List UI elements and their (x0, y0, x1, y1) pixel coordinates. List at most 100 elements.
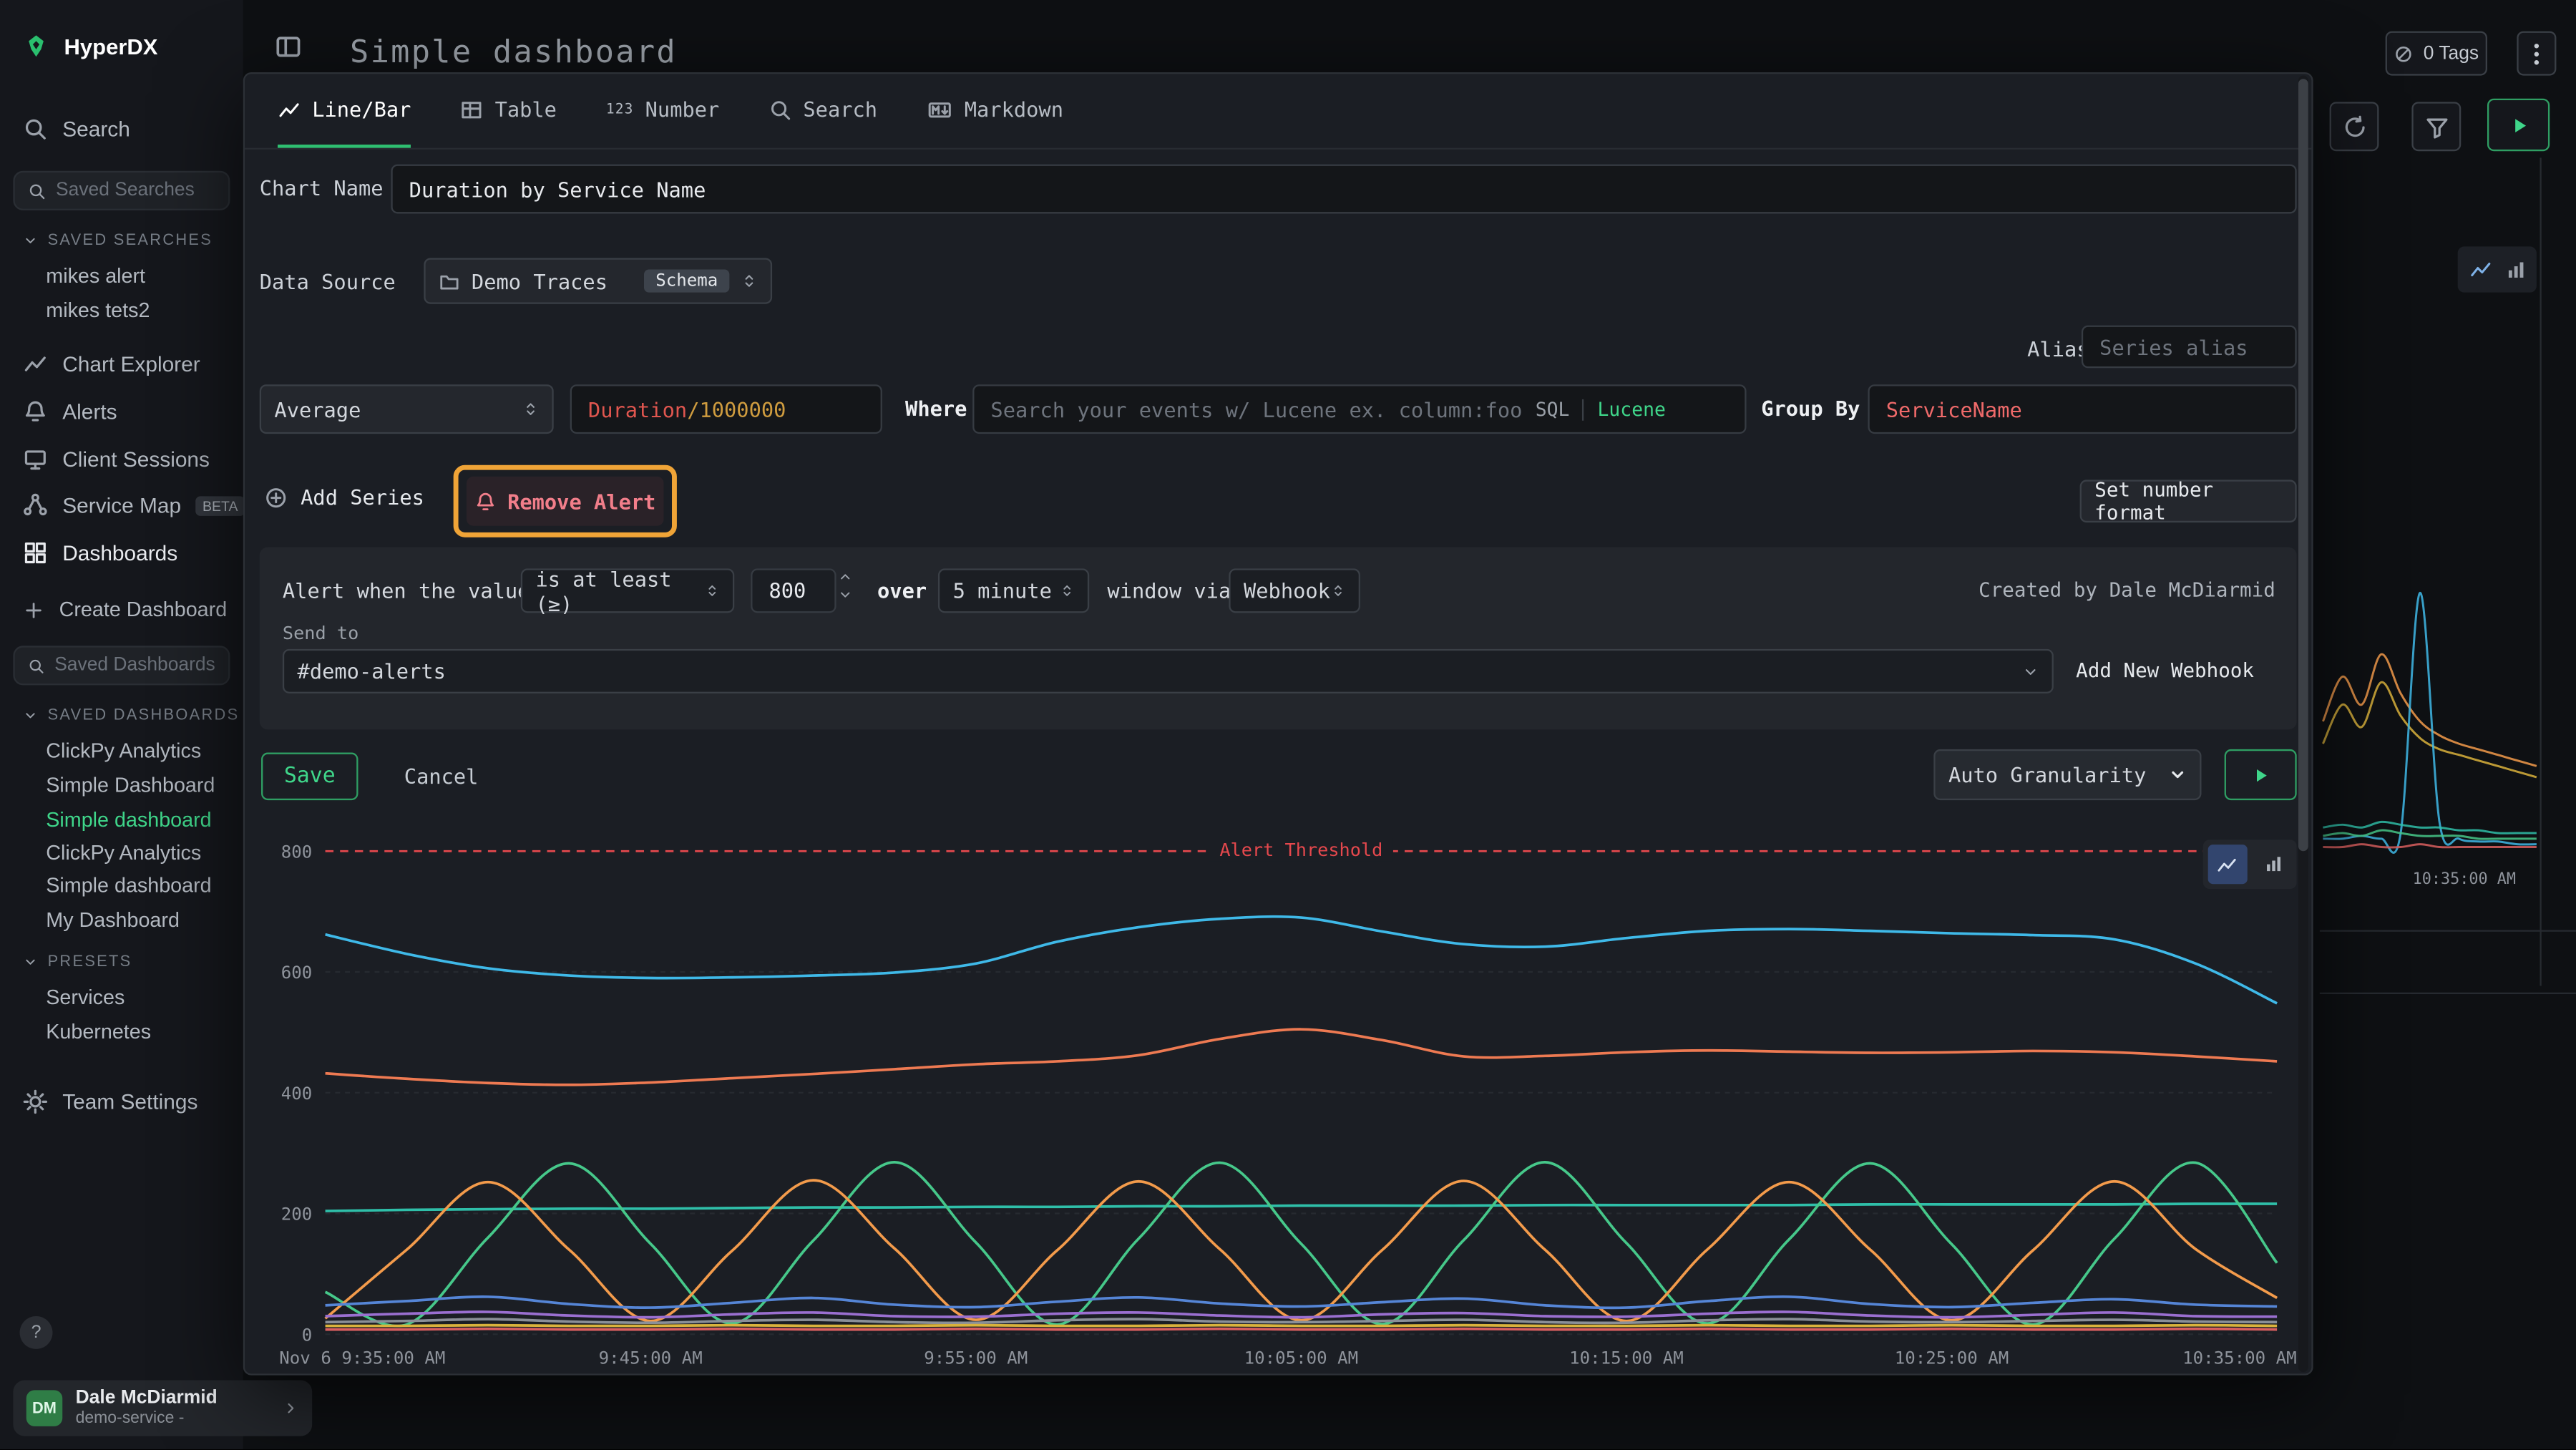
sidebar-item-client-sessions[interactable]: Client Sessions (23, 447, 210, 471)
saved-searches-header[interactable]: SAVED SEARCHES (23, 232, 213, 250)
duration-chart: 0200400600800Nov 6 9:35:00 AM9:45:00 AM9… (260, 828, 2297, 1371)
number-icon: 123 (606, 101, 634, 117)
chart-name-input[interactable] (391, 165, 2296, 214)
tag-slash-icon (2394, 44, 2414, 64)
toggle-line-view[interactable] (2207, 845, 2247, 884)
chart-series-line (326, 1312, 2278, 1318)
avatar: DM (26, 1390, 63, 1426)
tab-number[interactable]: 123 Number (606, 74, 719, 147)
alert-over-label: over (877, 578, 927, 603)
where-input[interactable]: Search your events w/ Lucene ex. column:… (972, 384, 1746, 434)
kebab-icon (2533, 42, 2540, 65)
tab-table[interactable]: Table (460, 74, 557, 147)
x-tick-label: 10:15:00 AM (1569, 1348, 1684, 1368)
sidebar-collapse-button[interactable] (274, 33, 302, 61)
search-icon (28, 656, 44, 674)
modal-scrollbar (2298, 76, 2308, 1372)
sidebar-item-service-map[interactable]: Service Map BETA (23, 493, 243, 517)
where-label: Where (905, 396, 967, 420)
bg-chart-series-line (2323, 822, 2536, 833)
kebab-menu-button[interactable] (2517, 31, 2556, 76)
group-by-value: ServiceName (1886, 396, 2022, 421)
chevron-down-icon (23, 233, 38, 248)
saved-dashboards-header[interactable]: SAVED DASHBOARDS (23, 706, 239, 724)
alert-window-select[interactable]: 5 minute (938, 568, 1089, 613)
sidebar-item-dashboards[interactable]: Dashboards (23, 540, 177, 565)
tab-markdown[interactable]: Markdown (927, 74, 1063, 147)
sidebar-item-chart-explorer[interactable]: Chart Explorer (23, 351, 200, 376)
alert-condition-select[interactable]: is at least (≥) (521, 568, 734, 613)
modal-scrollbar-thumb[interactable] (2298, 79, 2308, 851)
user-menu[interactable]: DM Dale McDiarmid demo-service - (13, 1381, 312, 1436)
chevron-down-icon (23, 709, 38, 724)
add-series-button[interactable]: Add Series (265, 485, 424, 509)
chevron-up-icon (838, 570, 853, 583)
toggle-bar-view[interactable] (2253, 845, 2293, 884)
aggregation-select[interactable]: Average (260, 384, 554, 434)
tab-search[interactable]: Search (769, 74, 877, 147)
sidebar-item-label: Search (62, 117, 130, 141)
toggle-divider (1583, 399, 1584, 420)
presets-header[interactable]: PRESETS (23, 953, 132, 971)
sql-toggle[interactable]: SQL (1536, 398, 1570, 421)
search-icon (769, 98, 791, 121)
create-dashboard-button[interactable]: Create Dashboard (23, 598, 227, 621)
group-by-label: Group By (1761, 396, 1860, 420)
saved-searches-input[interactable]: Saved Searches (13, 171, 230, 210)
saved-searches-placeholder: Saved Searches (56, 181, 195, 201)
save-button[interactable]: Save (261, 753, 358, 801)
cancel-button[interactable]: Cancel (404, 764, 479, 789)
chevron-down-icon (23, 955, 38, 970)
threshold-stepper[interactable] (838, 570, 853, 602)
help-button[interactable]: ? (20, 1316, 53, 1349)
saved-dashboards-input[interactable]: Saved Dashboards (13, 646, 230, 685)
x-tick-label: 10:35:00 AM (2182, 1348, 2297, 1368)
saved-search-item[interactable]: mikes tets2 (46, 299, 150, 322)
dashboard-list-item[interactable]: Simple Dashboard (46, 774, 215, 797)
remove-alert-button[interactable]: Remove Alert (467, 477, 664, 526)
preset-item[interactable]: Kubernetes (46, 1021, 151, 1043)
dashboard-list-item[interactable]: ClickPy Analytics (46, 739, 201, 762)
dashboard-list-item[interactable]: ClickPy Analytics (46, 842, 201, 865)
dashboard-list-item[interactable]: Simple dashboard (46, 874, 211, 897)
markdown-icon (927, 98, 953, 121)
x-tick-label: Nov 6 9:35:00 AM (279, 1348, 445, 1368)
bg-chart-type-toggle[interactable] (2458, 246, 2537, 292)
field-input[interactable]: Duration /1000000 (570, 384, 882, 434)
dashboard-list-item-active[interactable]: Simple dashboard (46, 809, 211, 832)
filter-button[interactable] (2411, 102, 2461, 151)
chart-run-button[interactable] (2225, 749, 2297, 800)
sidebar-item-search[interactable]: Search (23, 117, 130, 141)
alert-threshold-label: Alert Threshold (1219, 840, 1382, 860)
line-chart-icon (23, 351, 47, 376)
x-tick-label: 9:55:00 AM (924, 1348, 1028, 1368)
dashboard-list-item[interactable]: My Dashboard (46, 909, 180, 932)
schema-badge: Schema (644, 270, 729, 293)
set-number-format-button[interactable]: Set number format (2080, 480, 2297, 522)
preset-item[interactable]: Services (46, 986, 125, 1009)
field-main: Duration (588, 396, 687, 421)
group-by-input[interactable]: ServiceName (1868, 384, 2296, 434)
brand[interactable]: HyperDX (23, 33, 157, 59)
send-to-select[interactable]: #demo-alerts (283, 649, 2054, 694)
alias-input[interactable] (2082, 326, 2297, 369)
alias-label: Alias (2027, 337, 2089, 361)
monitor-icon (23, 447, 47, 471)
data-source-select[interactable]: Demo Traces Schema (424, 258, 772, 303)
chevron-down-icon (2169, 766, 2187, 784)
alert-channel-select[interactable]: Webhook (1229, 568, 1360, 613)
chart-series-line (326, 917, 2278, 1003)
granularity-select[interactable]: Auto Granularity (1933, 749, 2201, 800)
tags-button[interactable]: 0 Tags (2386, 31, 2487, 76)
saved-search-item[interactable]: mikes alert (46, 265, 145, 288)
lucene-toggle[interactable]: Lucene (1598, 398, 1666, 421)
add-webhook-link[interactable]: Add New Webhook (2076, 659, 2254, 682)
sidebar-item-alerts[interactable]: Alerts (23, 399, 117, 424)
run-query-button[interactable] (2487, 99, 2550, 151)
chart-series-line (326, 1029, 2278, 1085)
refresh-button[interactable] (2330, 102, 2379, 151)
bell-icon (23, 399, 47, 424)
alert-threshold-input[interactable] (751, 568, 836, 613)
sidebar-item-team-settings[interactable]: Team Settings (23, 1089, 197, 1114)
tab-line-bar[interactable]: Line/Bar (278, 74, 411, 147)
